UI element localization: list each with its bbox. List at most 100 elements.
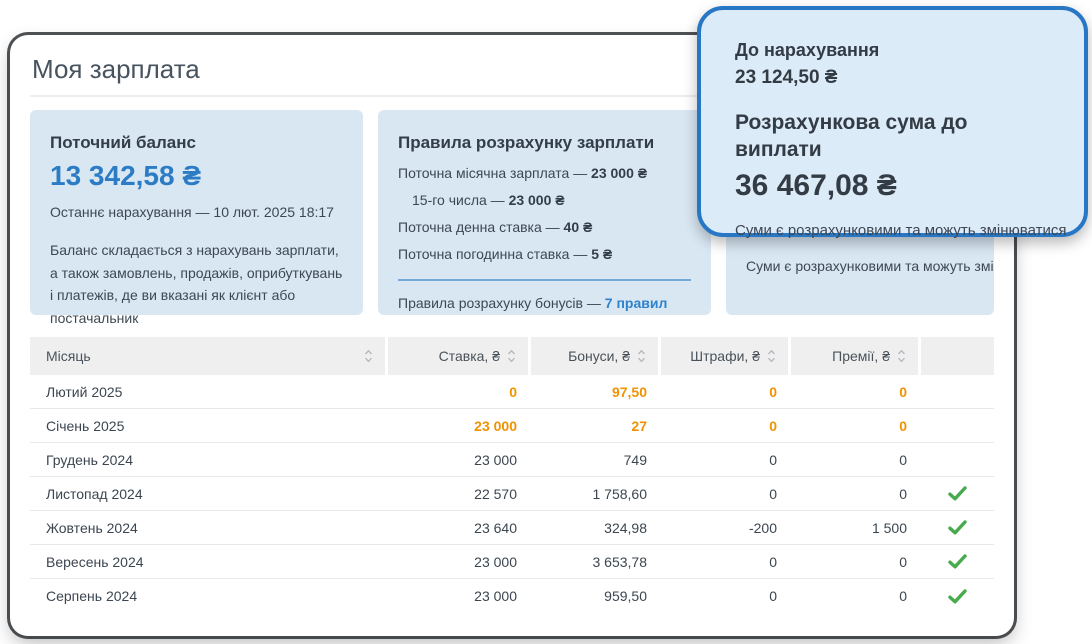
rate-cell: 22 570 — [474, 485, 517, 502]
salary-rules-card: Правила розрахунку зарплати Поточна міся… — [378, 110, 711, 315]
table-row: Листопад 2024 22 570 1 758,60 0 0 — [30, 477, 994, 511]
month-cell: Лютий 2025 — [46, 383, 123, 400]
payout-popup: До нарахування 23 124,50 ₴ Розрахункова … — [697, 6, 1088, 239]
sort-icon — [507, 349, 516, 363]
paid-status-cell — [921, 579, 994, 613]
column-header-label: Місяць — [46, 348, 91, 364]
rate-cell: 23 000 — [474, 588, 517, 604]
rule-label: Поточна денна ставка — — [398, 219, 564, 236]
fines-cell: 0 — [769, 417, 777, 434]
rate-cell: 0 — [509, 383, 517, 400]
balance-card-title: Поточний баланс — [50, 133, 196, 152]
month-cell: Жовтень 2024 — [46, 519, 138, 536]
paid-status-cell — [921, 545, 994, 578]
current-balance-card: Поточний баланс 13 342,58 ₴ Останнє нара… — [30, 110, 363, 326]
paid-status-cell — [921, 409, 994, 442]
premiums-cell: 0 — [899, 553, 907, 570]
fines-cell: 0 — [769, 588, 777, 604]
rate-cell: 23 000 — [474, 553, 517, 570]
rule-label: Поточна місячна зарплата — — [398, 165, 592, 182]
premiums-cell: 1 500 — [871, 519, 907, 536]
premiums-cell: 0 — [899, 588, 907, 604]
sort-icon — [637, 349, 646, 363]
sort-icon — [897, 349, 906, 363]
rate-cell: 23 640 — [474, 519, 517, 536]
bonuses-cell: 1 758,60 — [592, 485, 648, 502]
bonuses-cell: 959,50 — [604, 588, 647, 604]
rule-label: 15-го числа — — [412, 192, 509, 209]
paid-check-icon — [948, 486, 967, 501]
month-cell: Вересень 2024 — [46, 553, 144, 570]
column-header-premiums[interactable]: Премії, ₴ — [791, 337, 921, 375]
balance-description: Баланс складається з нарахувань зарплати… — [50, 241, 343, 326]
bonus-rules-link[interactable]: 7 правил — [605, 295, 668, 311]
column-header-fines[interactable]: Штрафи, ₴ — [661, 337, 791, 375]
month-cell: Серпень 2024 — [46, 588, 138, 604]
column-header-month[interactable]: Місяць — [30, 337, 388, 375]
paid-status-cell — [921, 443, 994, 476]
payout-note: Суми є розрахунковими та можуть змінюват… — [746, 258, 994, 274]
popup-payout-amount: 36 467,08 ₴ — [735, 169, 897, 202]
bonuses-cell: 27 — [631, 417, 647, 434]
table-row: Січень 2025 23 000 27 0 0 — [30, 409, 994, 443]
premiums-cell: 0 — [899, 451, 907, 468]
column-header-label: Ставка, ₴ — [438, 348, 500, 364]
rule-daily-rate: Поточна денна ставка — 40 ₴ — [398, 214, 691, 241]
fines-cell: 0 — [769, 451, 777, 468]
rules-divider — [398, 279, 691, 282]
table-row: Серпень 2024 23 000 959,50 0 0 — [30, 579, 994, 613]
fines-cell: 0 — [769, 383, 777, 400]
popup-accrual-label: До нарахування — [735, 40, 880, 60]
table-row: Грудень 2024 23 000 749 0 0 — [30, 443, 994, 477]
paid-status-cell — [921, 375, 994, 408]
rule-value: 23 000 ₴ — [591, 165, 648, 182]
column-header-label: Премії, ₴ — [832, 348, 890, 364]
paid-status-cell — [921, 477, 994, 510]
month-cell: Грудень 2024 — [46, 451, 133, 468]
rule-hourly-rate: Поточна погодинна ставка — 5 ₴ — [398, 241, 691, 268]
month-cell: Листопад 2024 — [46, 485, 143, 502]
premiums-cell: 0 — [899, 485, 907, 502]
paid-check-icon — [948, 520, 967, 535]
fines-cell: 0 — [769, 485, 777, 502]
column-header-label: Бонуси, ₴ — [568, 348, 630, 364]
column-header-paid — [921, 337, 994, 375]
rules-card-title: Правила розрахунку зарплати — [398, 133, 655, 152]
fines-cell: -200 — [748, 519, 777, 536]
paid-check-icon — [948, 554, 967, 569]
table-row: Жовтень 2024 23 640 324,98 -200 1 500 — [30, 511, 994, 545]
balance-amount: 13 342,58 ₴ — [50, 160, 202, 192]
sort-icon — [767, 349, 776, 363]
column-header-bonuses[interactable]: Бонуси, ₴ — [531, 337, 661, 375]
rule-monthly-salary: Поточна місячна зарплата — 23 000 ₴ — [398, 160, 691, 187]
popup-note: Суми є розрахунковими та можуть змінюват… — [735, 222, 1067, 239]
premiums-cell: 0 — [899, 383, 907, 400]
paid-status-cell — [921, 511, 994, 544]
popup-payout-label: Розрахункова сума до виплати — [735, 111, 968, 161]
rule-value: 23 000 ₴ — [508, 192, 565, 209]
bonuses-cell: 97,50 — [611, 383, 647, 400]
column-header-rate[interactable]: Ставка, ₴ — [388, 337, 531, 375]
column-header-label: Штрафи, ₴ — [690, 348, 760, 364]
rule-label: Поточна погодинна ставка — — [398, 246, 592, 263]
rule-value: 5 ₴ — [591, 246, 613, 263]
table-row: Лютий 2025 0 97,50 0 0 — [30, 375, 994, 409]
rule-value: 40 ₴ — [563, 219, 593, 236]
bonuses-cell: 749 — [623, 451, 647, 468]
premiums-cell: 0 — [899, 417, 907, 434]
table-row: Вересень 2024 23 000 3 653,78 0 0 — [30, 545, 994, 579]
table-body: Лютий 2025 0 97,50 0 0 Січень 2025 23 000 27 0 0 Г… — [30, 375, 994, 613]
bonuses-cell: 3 653,78 — [592, 553, 648, 570]
paid-check-icon — [948, 588, 967, 604]
rate-cell: 23 000 — [474, 451, 517, 468]
salary-table: Місяць Ставка, ₴ Бонуси, ₴ Штрафи, ₴ Премії,… — [30, 337, 994, 613]
table-header-row: Місяць Ставка, ₴ Бонуси, ₴ Штрафи, ₴ Премії,… — [30, 337, 994, 375]
rate-cell: 23 000 — [474, 417, 517, 434]
bonus-rules-line: Правила розрахунку бонусів — 7 правил — [398, 290, 691, 316]
rule-pay-day: 15-го числа — 23 000 ₴ — [398, 187, 691, 214]
popup-accrual-amount: 23 124,50 ₴ — [735, 67, 838, 88]
sort-icon — [364, 349, 373, 363]
fines-cell: 0 — [769, 553, 777, 570]
month-cell: Січень 2025 — [46, 417, 125, 434]
bonus-rules-label: Правила розрахунку бонусів — — [398, 295, 605, 312]
